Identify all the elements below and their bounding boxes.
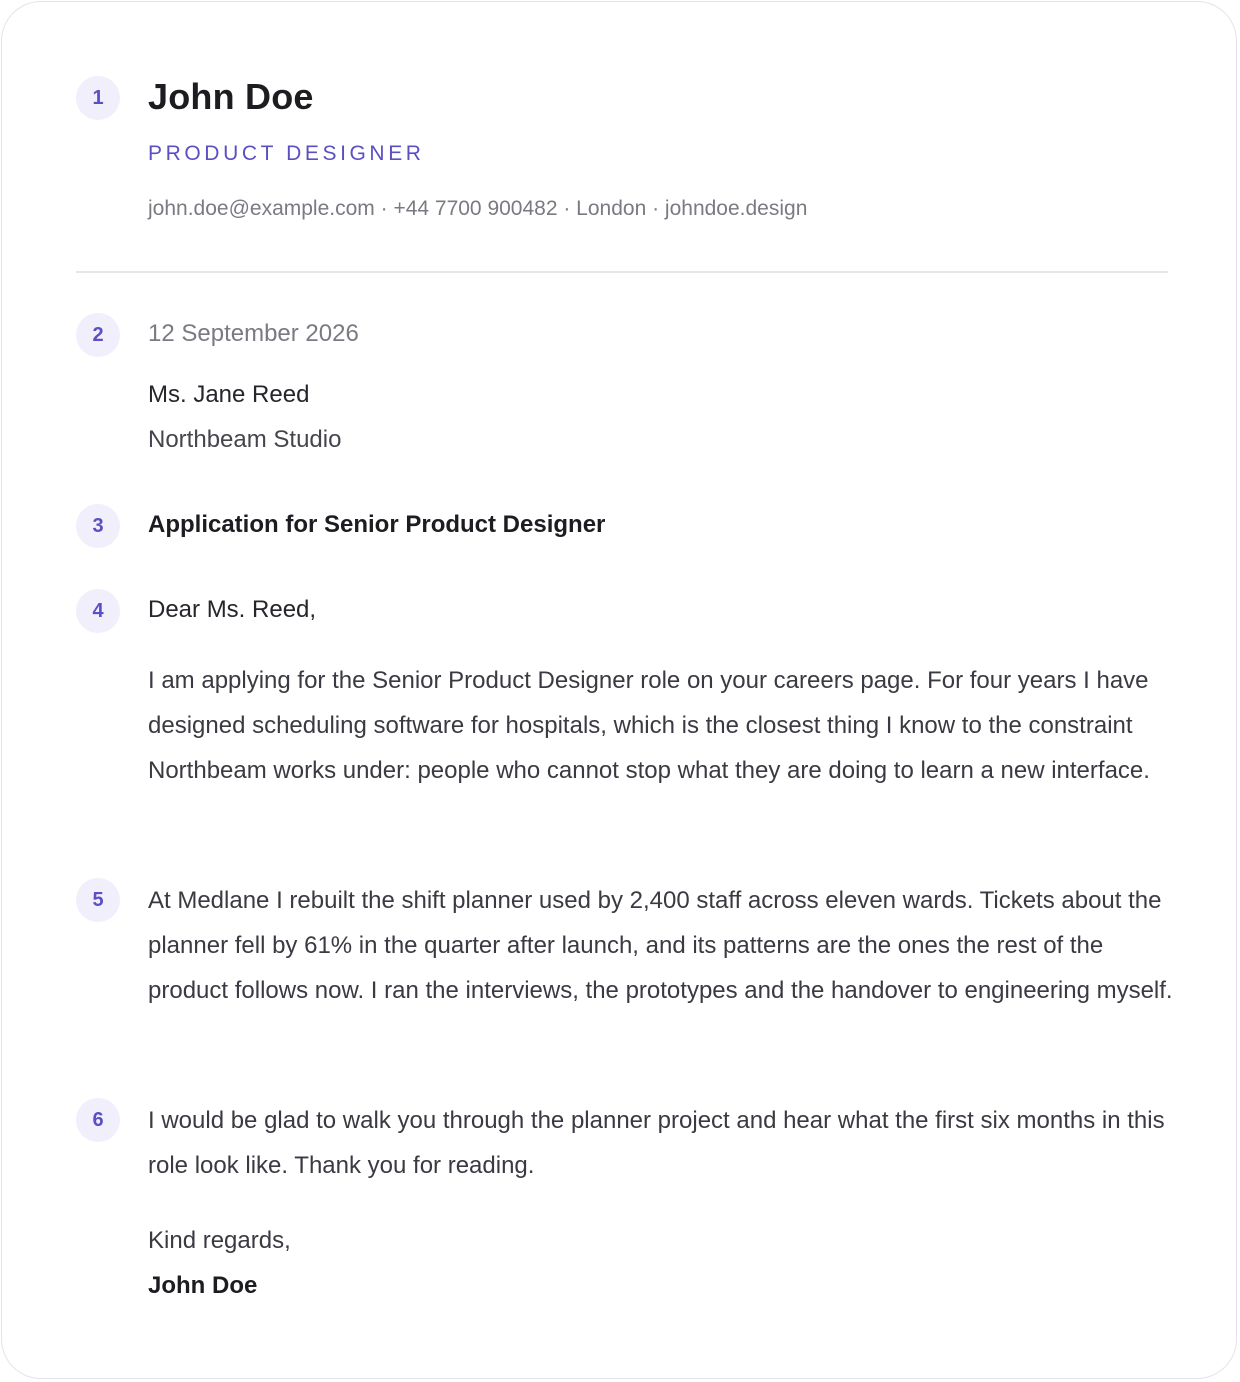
applicant-role: PRODUCT DESIGNER xyxy=(148,142,425,165)
letter-subject: Application for Senior Product Designer xyxy=(148,511,606,538)
section-marker-5: 5 xyxy=(76,878,120,922)
greeting: Dear Ms. Reed, xyxy=(148,596,317,623)
recipient-name: Ms. Jane Reed xyxy=(148,381,310,408)
recipient-company: Northbeam Studio xyxy=(148,426,342,453)
section-marker-4: 4 xyxy=(76,589,120,633)
contact-line: john.doe@example.com · +44 7700 900482 ·… xyxy=(148,197,808,220)
closing: Kind regards, xyxy=(148,1227,291,1254)
applicant-name: John Doe xyxy=(148,76,314,117)
section-marker-6: 6 xyxy=(76,1098,120,1142)
paragraph-2: At Medlane I rebuilt the shift planner u… xyxy=(148,887,1173,1004)
section-marker-3: 3 xyxy=(76,504,120,548)
letter-date: 12 September 2026 xyxy=(148,320,359,347)
paragraph-3: I would be glad to walk you through the … xyxy=(148,1107,1165,1179)
header-divider xyxy=(76,271,1168,273)
cover-letter-card: 1 John Doe PRODUCT DESIGNER john.doe@exa… xyxy=(1,1,1237,1379)
paragraph-1: I am applying for the Senior Product Des… xyxy=(148,667,1150,784)
signature: John Doe xyxy=(148,1272,258,1299)
section-marker-2: 2 xyxy=(76,313,120,357)
section-marker-1: 1 xyxy=(76,76,120,120)
